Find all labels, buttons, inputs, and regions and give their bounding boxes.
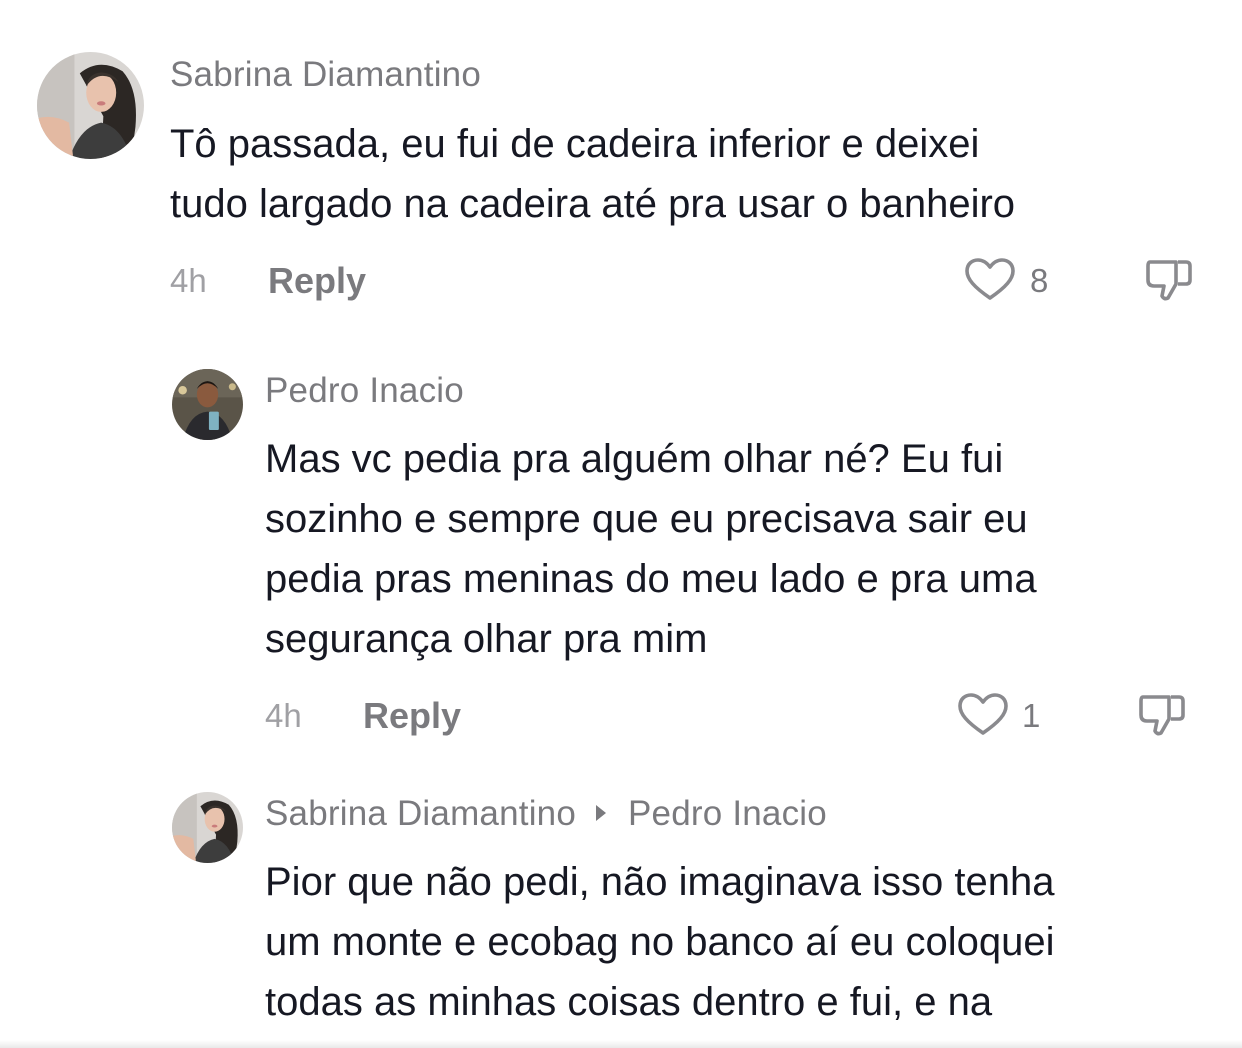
avatar-man-icon bbox=[172, 369, 243, 440]
comment-text-line: Pior que não pedi, não imaginava isso te… bbox=[265, 860, 1055, 904]
comment-actions: 4h Reply 8 bbox=[170, 258, 1200, 312]
thumbs-down-icon bbox=[1146, 260, 1192, 301]
avatar-woman-icon bbox=[37, 52, 144, 159]
avatar[interactable] bbox=[172, 369, 243, 440]
comment-text-line: segurança olhar pra mim bbox=[265, 617, 708, 661]
comment-text-line: um monte e ecobag no banco aí eu coloque… bbox=[265, 920, 1055, 964]
reply-button[interactable]: Reply bbox=[363, 695, 461, 737]
like-button[interactable] bbox=[955, 687, 1011, 743]
heart-icon bbox=[965, 258, 1015, 300]
comment-text-line: Mas vc pedia pra alguém olhar né? Eu fui bbox=[265, 437, 1004, 481]
reply-button[interactable]: Reply bbox=[268, 260, 366, 302]
comment-time: 4h bbox=[170, 262, 207, 299]
avatar[interactable] bbox=[37, 52, 144, 159]
comment-text-line: pedia pras meninas do meu lado e pra uma bbox=[265, 557, 1037, 601]
comment-text: Pior que não pedi, não imaginava isso te… bbox=[265, 852, 1054, 1032]
dislike-button[interactable] bbox=[1135, 687, 1189, 741]
reply-arrow-icon bbox=[596, 804, 606, 821]
comment-text-line: Tô passada, eu fui de cadeira inferior e… bbox=[170, 122, 980, 166]
dislike-button[interactable] bbox=[1142, 252, 1196, 306]
avatar-woman-icon bbox=[172, 792, 243, 863]
divider bbox=[0, 1040, 1242, 1048]
comment-text-line: sozinho e sempre que eu precisava sair e… bbox=[265, 497, 1028, 541]
comment-author[interactable]: Sabrina Diamantino bbox=[170, 55, 481, 95]
avatar[interactable] bbox=[172, 792, 243, 863]
comment-text: Mas vc pedia pra alguém olhar né? Eu fui… bbox=[265, 429, 1037, 669]
comment-author[interactable]: Sabrina Diamantino bbox=[265, 794, 576, 833]
comment-text-line: tudo largado na cadeira até pra usar o b… bbox=[170, 182, 1016, 226]
comment-author-line: Sabrina Diamantino Pedro Inacio bbox=[265, 794, 827, 834]
reply-to-author[interactable]: Pedro Inacio bbox=[628, 794, 827, 833]
comment-text: Tô passada, eu fui de cadeira inferior e… bbox=[170, 114, 1015, 234]
comment-text-line: todas as minhas coisas dentro e fui, e n… bbox=[265, 980, 993, 1024]
comment-actions: 4h Reply 1 bbox=[265, 693, 1195, 747]
like-button[interactable] bbox=[962, 252, 1018, 308]
comment-author[interactable]: Pedro Inacio bbox=[265, 371, 464, 411]
like-count: 8 bbox=[1030, 262, 1049, 299]
comment-time: 4h bbox=[265, 697, 302, 734]
like-count: 1 bbox=[1022, 697, 1041, 734]
heart-icon bbox=[958, 693, 1008, 735]
thumbs-down-icon bbox=[1139, 695, 1185, 736]
